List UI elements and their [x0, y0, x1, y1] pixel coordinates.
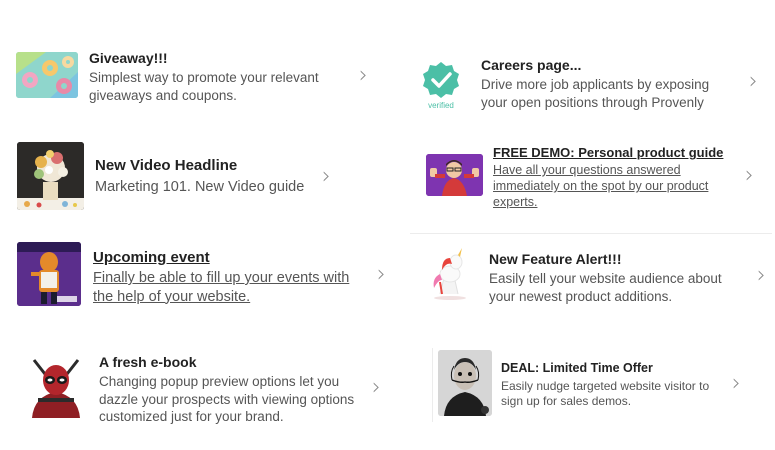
- card-text: New Feature Alert!!! Easily tell your we…: [489, 249, 729, 305]
- donut-pattern-image: [16, 52, 78, 98]
- verified-badge-icon: verified: [419, 60, 463, 110]
- card-title: A fresh e-book: [99, 354, 197, 370]
- card-description: Finally be able to fill up your events w…: [93, 270, 350, 305]
- card-title: DEAL: Limited Time Offer: [501, 361, 653, 375]
- card-text: Giveaway!!! Simplest way to promote your…: [89, 48, 339, 104]
- card-text: A fresh e-book Changing popup preview op…: [99, 352, 361, 426]
- card-upcoming-event[interactable]: Upcoming event Finally be able to fill u…: [15, 240, 395, 310]
- card-title: FREE DEMO: Personal product guide: [493, 145, 724, 160]
- card-description: Changing popup preview options let you d…: [99, 374, 355, 424]
- card-deal-limited-time[interactable]: DEAL: Limited Time Offer Easily nudge ta…: [415, 344, 770, 424]
- chevron-right-icon[interactable]: ›: [359, 63, 368, 87]
- card-new-video-headline[interactable]: New Video Headline Marketing 101. New Vi…: [15, 140, 345, 214]
- card-fresh-ebook[interactable]: A fresh e-book Changing popup preview op…: [15, 348, 390, 428]
- card-description: Marketing 101. New Video guide: [95, 179, 305, 195]
- dali-portrait-image: [438, 350, 492, 416]
- card-title: Giveaway!!!: [89, 50, 168, 66]
- card-text: Upcoming event Finally be able to fill u…: [93, 248, 351, 306]
- card-free-demo[interactable]: FREE DEMO: Personal product guide Have a…: [415, 140, 770, 214]
- chevron-right-icon[interactable]: ›: [732, 371, 741, 395]
- chevron-right-icon[interactable]: ›: [745, 163, 754, 187]
- chevron-right-icon[interactable]: ›: [322, 164, 331, 188]
- card-title: Careers page...: [481, 57, 582, 73]
- chevron-right-icon[interactable]: ›: [749, 69, 758, 93]
- chevron-right-icon[interactable]: ›: [372, 375, 381, 399]
- card-description: Simplest way to promote your relevant gi…: [89, 70, 319, 103]
- flower-vase-art-image: [17, 142, 84, 210]
- deadpool-image: [26, 356, 86, 418]
- chevron-right-icon[interactable]: ›: [757, 263, 766, 287]
- card-title: New Feature Alert!!!: [489, 251, 622, 267]
- unicorn-image: [428, 248, 472, 300]
- presenter-photo: [426, 154, 483, 196]
- card-text: DEAL: Limited Time Offer Easily nudge ta…: [501, 360, 723, 409]
- card-text: New Video Headline Marketing 101. New Vi…: [95, 156, 325, 197]
- card-text: FREE DEMO: Personal product guide Have a…: [493, 144, 725, 210]
- card-giveaway[interactable]: Giveaway!!! Simplest way to promote your…: [15, 44, 380, 114]
- verified-label: verified: [428, 101, 454, 110]
- card-description: Drive more job applicants by exposing yo…: [481, 77, 710, 110]
- card-careers-page[interactable]: verified Careers page... Drive more job …: [415, 50, 770, 116]
- chevron-right-icon[interactable]: ›: [377, 262, 386, 286]
- card-title: New Video Headline: [95, 157, 238, 174]
- divider: [410, 233, 772, 234]
- divider: [432, 348, 433, 422]
- card-new-feature-alert[interactable]: New Feature Alert!!! Easily tell your we…: [415, 240, 770, 310]
- card-description: Have all your questions answered immedia…: [493, 163, 709, 209]
- tiger-mascot-image: [17, 242, 81, 306]
- card-title: Upcoming event: [93, 249, 210, 266]
- card-description: Easily tell your website audience about …: [489, 271, 722, 304]
- card-description: Easily nudge targeted website visitor to…: [501, 379, 710, 408]
- card-text: Careers page... Drive more job applicant…: [481, 55, 731, 111]
